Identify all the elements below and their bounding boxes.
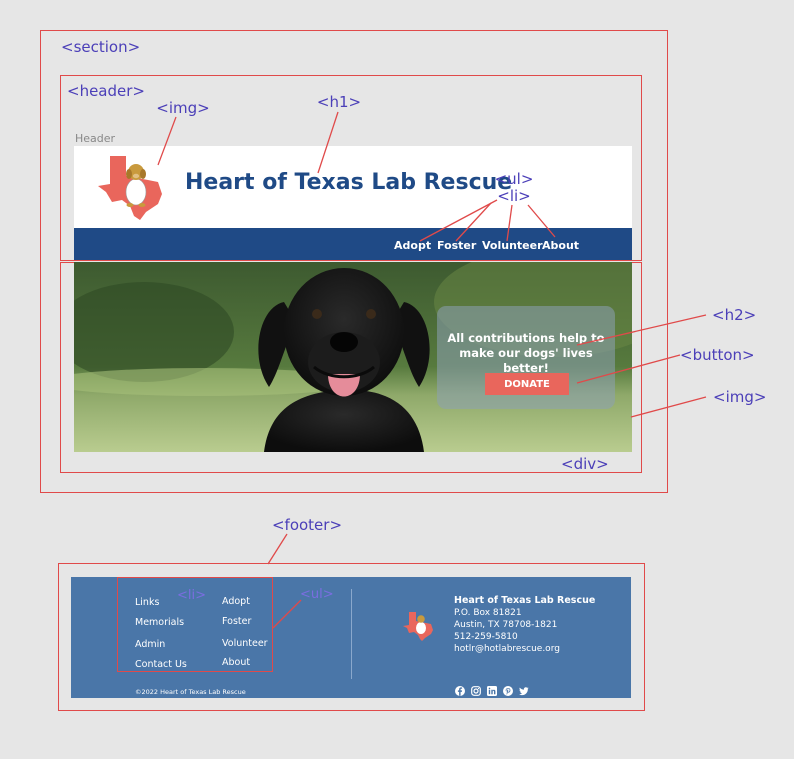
- footer-logo-image[interactable]: [402, 610, 436, 642]
- img-hero-tag: <img>: [713, 388, 767, 406]
- footer-address-city: Austin, TX 78708-1821: [454, 620, 558, 630]
- footer-tag: <footer>: [271, 516, 343, 534]
- nav-item-about[interactable]: About: [542, 239, 579, 252]
- footer-copyright: ©2022 Heart of Texas Lab Rescue: [135, 688, 246, 696]
- header-frame-label: Header: [75, 132, 116, 145]
- header-tag: <header>: [67, 82, 145, 100]
- footer-link-volunteer[interactable]: Volunteer: [222, 638, 268, 649]
- twitter-icon[interactable]: [519, 686, 529, 696]
- footer-link-about[interactable]: About: [222, 657, 250, 668]
- leader-footer: [267, 533, 288, 565]
- pinterest-icon[interactable]: [503, 686, 513, 696]
- dog-nose: [330, 332, 358, 352]
- donate-heading-line-2: make our dogs' lives better!: [459, 346, 593, 375]
- dog-body: [125, 178, 147, 206]
- nav-item-adopt[interactable]: Adopt: [394, 239, 431, 252]
- h1-tag: <h1>: [316, 93, 362, 111]
- logo-image[interactable]: [96, 152, 168, 222]
- donate-heading-line-1: All contributions help to: [447, 331, 605, 345]
- button-tag: <button>: [680, 346, 755, 364]
- div-tag: <div>: [561, 455, 609, 473]
- li-nav-tag: <li>: [497, 187, 531, 205]
- site-title: Heart of Texas Lab Rescue: [185, 170, 513, 195]
- h2-tag: <h2>: [712, 306, 757, 324]
- instagram-icon[interactable]: [471, 686, 481, 696]
- footer-link-admin[interactable]: Admin: [135, 639, 165, 650]
- section-tag: <section>: [61, 38, 141, 56]
- footer-divider: [351, 589, 352, 679]
- linkedin-icon[interactable]: [487, 686, 497, 696]
- facebook-icon[interactable]: [455, 686, 465, 696]
- dog-eye-left: [312, 309, 322, 319]
- nav-item-volunteer[interactable]: Volunteer: [482, 239, 543, 252]
- footer-phone: 512-259-5810: [454, 632, 518, 642]
- dog-eye-right: [366, 309, 376, 319]
- footer-org-name: Heart of Texas Lab Rescue: [454, 595, 596, 606]
- footer-email[interactable]: hotlr@hotlabrescue.org: [454, 644, 560, 654]
- ul-nav-tag: <ul>: [494, 170, 534, 188]
- nav-item-foster[interactable]: Foster: [437, 239, 476, 252]
- footer-address-po: P.O. Box 81821: [454, 608, 522, 618]
- footer-link-links[interactable]: Links: [135, 597, 159, 608]
- footer-link-contact-us[interactable]: Contact Us: [135, 659, 187, 670]
- donate-button[interactable]: DONATE: [485, 373, 569, 395]
- footer-link-adopt[interactable]: Adopt: [222, 596, 250, 607]
- footer-link-memorials[interactable]: Memorials: [135, 617, 184, 628]
- img-logo-tag: <img>: [156, 99, 210, 117]
- ul-footer-tag: <ul>: [300, 587, 334, 602]
- li-footer-tag: <li>: [177, 588, 207, 603]
- footer-link-foster[interactable]: Foster: [222, 616, 251, 627]
- donate-heading: All contributions help to make our dogs'…: [437, 331, 615, 376]
